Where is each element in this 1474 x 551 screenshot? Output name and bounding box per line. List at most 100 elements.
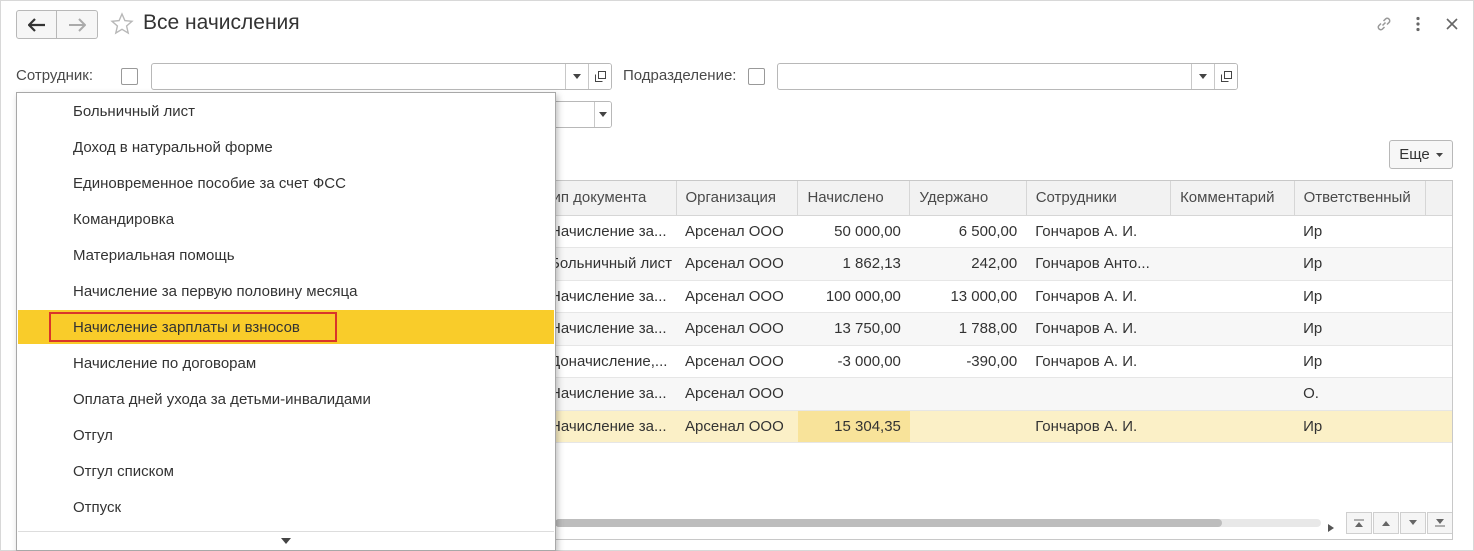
column-header-extra — [1425, 181, 1452, 216]
favorite-star-button[interactable] — [110, 12, 134, 36]
employee-input[interactable] — [152, 64, 565, 89]
cell-accrued: 100 000,00 — [797, 280, 910, 313]
dropdown-arrow-icon — [1199, 74, 1207, 79]
dropdown-item[interactable]: Материальная помощь — [18, 238, 554, 272]
cell-accrued: 13 750,00 — [797, 312, 910, 346]
close-button[interactable] — [1442, 14, 1462, 34]
column-header-organization[interactable]: Организация — [676, 181, 799, 216]
dropdown-item-label: Начисление зарплаты и взносов — [73, 318, 300, 336]
dropdown-item-label: Оплата дней ухода за детьми-инвалидами — [73, 390, 371, 408]
column-header-accrued[interactable]: Начислено — [797, 181, 911, 216]
cell-organization: Арсенал ООО — [676, 345, 798, 378]
horizontal-scrollbar[interactable] — [555, 519, 1321, 527]
cell-withheld: 1 788,00 — [909, 312, 1027, 346]
forward-button[interactable] — [57, 10, 98, 39]
cell-organization: Арсенал ООО — [676, 215, 798, 248]
chevron-right-icon — [1328, 524, 1334, 532]
scroll-top-icon — [1354, 519, 1364, 527]
dropdown-item[interactable]: Больничный лист — [18, 94, 554, 128]
scroll-up-button[interactable] — [1373, 512, 1399, 534]
dropdown-item-label: Командировка — [73, 210, 175, 228]
department-input[interactable] — [778, 64, 1191, 89]
cell-employees: Гончаров Анто... — [1026, 247, 1171, 281]
dropdown-item[interactable]: Начисление за первую половину месяца — [18, 274, 554, 308]
scroll-bottom-button[interactable] — [1427, 512, 1452, 534]
cell-accrued: -3 000,00 — [797, 345, 910, 378]
dropdown-item-label: Начисление по договорам — [73, 354, 257, 372]
cell-responsible: О. — [1294, 377, 1426, 411]
employee-dropdown-button[interactable] — [565, 64, 588, 89]
dropdown-item[interactable]: Единовременное пособие за счет ФСС — [18, 166, 554, 200]
cell-employees: Гончаров А. И. — [1026, 410, 1171, 443]
scroll-top-button[interactable] — [1346, 512, 1372, 534]
dropdown-item[interactable]: Отпуск — [18, 490, 554, 524]
more-actions-button[interactable]: Еще — [1389, 140, 1453, 169]
cell-comment — [1170, 312, 1295, 346]
cell-responsible: Ир — [1294, 247, 1426, 281]
list-navigation-buttons — [1345, 512, 1452, 534]
dropdown-item[interactable]: Оплата дней ухода за детьми-инвалидами — [18, 382, 554, 416]
cell-employees: Гончаров А. И. — [1026, 312, 1171, 346]
cell-comment — [1170, 280, 1295, 313]
cell-withheld: -390,00 — [909, 345, 1027, 378]
cell-employees: Гончаров А. И. — [1026, 215, 1171, 248]
cell-responsible: Ир — [1294, 280, 1426, 313]
column-header-responsible[interactable]: Ответственный — [1294, 181, 1427, 216]
cell-extra — [1425, 410, 1452, 443]
open-form-icon — [594, 71, 606, 82]
employee-filter-checkbox[interactable] — [121, 68, 138, 85]
navigation-group — [16, 10, 98, 39]
scroll-down-icon — [1409, 520, 1417, 525]
dropdown-item[interactable]: Отгул — [18, 418, 554, 452]
dropdown-item[interactable]: Начисление по договорам — [18, 346, 554, 380]
dropdown-item-label: Отпуск — [73, 498, 122, 516]
column-header-comment[interactable]: Комментарий — [1170, 181, 1295, 216]
department-dropdown-button[interactable] — [1191, 64, 1214, 89]
department-filter-field — [777, 63, 1238, 90]
cell-withheld: 13 000,00 — [909, 280, 1027, 313]
dropdown-arrow-icon — [599, 112, 607, 117]
cell-extra — [1425, 247, 1452, 281]
cell-organization: Арсенал ООО — [676, 377, 798, 411]
column-header-employees[interactable]: Сотрудники — [1026, 181, 1172, 216]
scrollbar-thumb[interactable] — [555, 519, 1222, 527]
back-button[interactable] — [16, 10, 57, 39]
dropdown-item[interactable]: Командировка — [18, 202, 554, 236]
scroll-down-button[interactable] — [1400, 512, 1426, 534]
employee-filter-label: Сотрудник: — [16, 67, 94, 84]
kebab-menu-icon — [1416, 16, 1420, 32]
scroll-up-icon — [1382, 521, 1390, 526]
cell-organization: Арсенал ООО — [676, 280, 798, 313]
document-type-dropdown-list: Больничный лист Доход в натуральной форме… — [16, 92, 556, 551]
department-filter-checkbox[interactable] — [748, 68, 765, 85]
dropdown-item[interactable]: Отгул списком — [18, 454, 554, 488]
cell-extra — [1425, 215, 1452, 248]
cell-comment — [1170, 345, 1295, 378]
cell-employees: Гончаров А. И. — [1026, 280, 1171, 313]
department-filter-label: Подразделение: — [623, 67, 737, 84]
cell-responsible: Ир — [1294, 215, 1426, 248]
employee-open-button[interactable] — [588, 64, 611, 89]
cell-extra — [1425, 377, 1452, 411]
cell-accrued: 1 862,13 — [797, 247, 910, 281]
arrow-right-icon — [69, 17, 86, 32]
cell-responsible: Ир — [1294, 345, 1426, 378]
cell-withheld — [909, 410, 1027, 443]
dropdown-item[interactable]: Доход в натуральной форме — [18, 130, 554, 164]
cell-responsible: Ир — [1294, 410, 1426, 443]
open-form-icon — [1220, 71, 1232, 82]
cell-comment — [1170, 377, 1295, 411]
link-button[interactable] — [1374, 14, 1394, 34]
more-actions-label: Еще — [1399, 146, 1430, 163]
dropdown-item-label: Начисление за первую половину месяца — [73, 282, 358, 300]
more-menu-button[interactable] — [1408, 14, 1428, 34]
dropdown-item[interactable]: Начисление зарплаты и взносов — [18, 310, 554, 344]
dropdown-scroll-down[interactable] — [18, 531, 554, 550]
cell-withheld: 6 500,00 — [909, 215, 1027, 248]
cell-accrued: 15 304,35 — [797, 410, 910, 443]
column-header-withheld[interactable]: Удержано — [909, 181, 1027, 216]
document-type-dropdown-button[interactable] — [594, 102, 611, 127]
department-open-button[interactable] — [1214, 64, 1237, 89]
scroll-right-button[interactable] — [1328, 519, 1338, 532]
cell-extra — [1425, 312, 1452, 346]
